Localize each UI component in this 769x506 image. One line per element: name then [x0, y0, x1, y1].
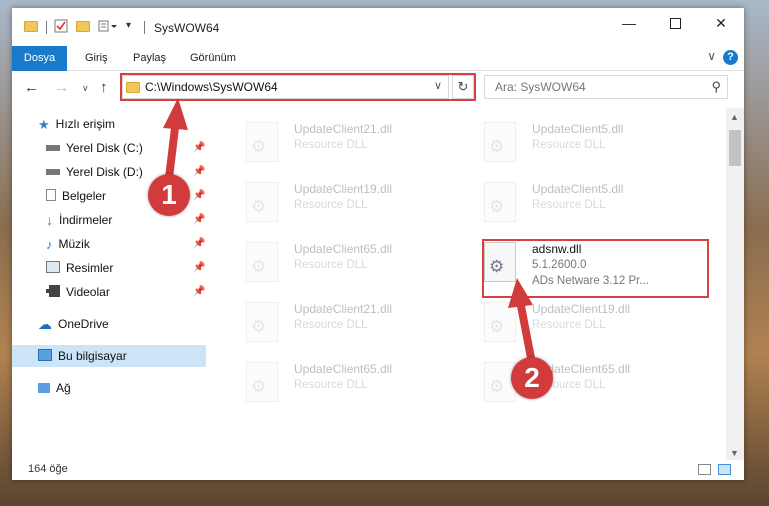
arrow-1-head: [163, 98, 188, 130]
step-badge-1: 1: [148, 174, 190, 216]
arrow-2-head: [508, 278, 533, 308]
annotation-arrows: [163, 98, 535, 359]
step-badge-2: 2: [511, 357, 553, 399]
arrow-2-shaft: [517, 305, 535, 359]
